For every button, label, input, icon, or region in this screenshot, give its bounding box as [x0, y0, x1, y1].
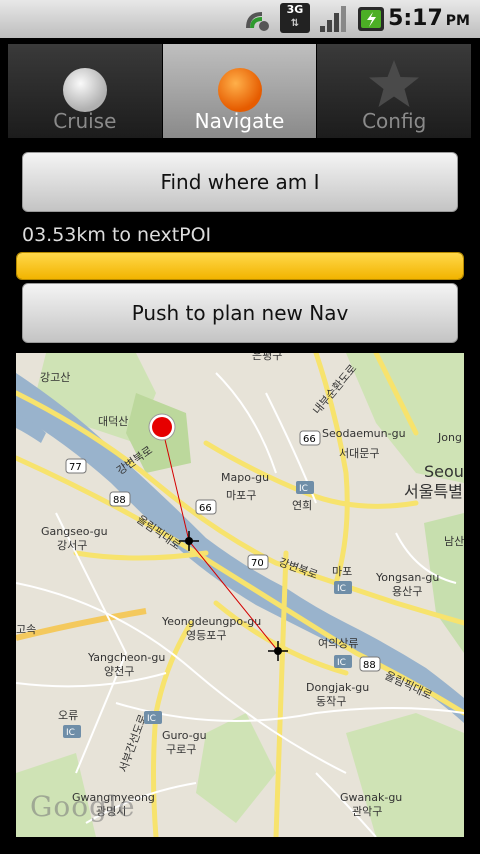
tab-config-label: Config: [362, 109, 427, 133]
route-shield: IC: [144, 711, 162, 724]
network-type-label: 3G: [286, 3, 304, 16]
route-shield: IC: [296, 481, 314, 494]
map-label: Seoul: [424, 462, 464, 481]
map-label: 연희: [292, 499, 312, 512]
plan-new-nav-button[interactable]: Push to plan new Nav: [22, 283, 458, 343]
route-shield-label: IC: [337, 658, 346, 668]
battery-charging-icon: [358, 7, 384, 31]
route-shield: IC: [63, 725, 81, 738]
map-label: 구로구: [166, 743, 196, 756]
map-label: 용산구: [392, 585, 422, 598]
map-label: Jong: [437, 431, 462, 444]
tab-navigate[interactable]: Navigate: [162, 44, 318, 138]
status-time: 5:17 PM: [388, 6, 470, 31]
route-shield-label: 88: [363, 660, 376, 671]
route-shield-label: 66: [303, 434, 316, 445]
route-shield-label: 66: [199, 503, 212, 514]
tab-cruise-label: Cruise: [53, 109, 117, 133]
map-label: 양천구: [104, 664, 134, 678]
route-shield: 66: [195, 499, 217, 515]
route-shield: 66: [299, 430, 321, 446]
find-location-button[interactable]: Find where am I: [22, 152, 458, 212]
map-label: Yangcheon-gu: [87, 651, 165, 664]
tab-cruise[interactable]: Cruise: [8, 44, 163, 138]
map-label: 마포: [332, 565, 352, 578]
route-shield-label: 88: [113, 495, 126, 506]
map-label: Yongsan-gu: [375, 571, 439, 584]
route-shield-label: IC: [147, 714, 156, 724]
map-label: Gangseo-gu: [41, 525, 108, 538]
map-label: 강고산: [40, 371, 70, 384]
map-label: 고속: [16, 623, 36, 636]
star-icon: [369, 60, 420, 107]
map-label: Gwanak-gu: [340, 791, 402, 804]
progress-bar: [16, 252, 464, 280]
route-shield: IC: [334, 655, 352, 668]
route-shield: 88: [359, 656, 381, 672]
map-label: Mapo-gu: [221, 471, 269, 484]
map-label: Dongjak-gu: [306, 681, 369, 694]
map-label: 여의상류: [318, 637, 358, 650]
distance-to-poi-text: 03.53km to nextPOI: [22, 224, 212, 246]
map-label: 영등포구: [186, 629, 226, 642]
clock-ampm: PM: [445, 13, 470, 29]
clock-time: 5:17: [388, 6, 443, 31]
status-bar: 3G ⇅ 5:17 PM: [0, 0, 480, 38]
map-view[interactable]: 강고산 대덕산 강변북로 Mapo-gu 마포구 Seodaemun-gu 서대…: [16, 353, 464, 837]
route-shield-label: 70: [251, 558, 264, 569]
map-label: 은평구: [252, 353, 282, 362]
progress-bar-fill: [17, 253, 463, 279]
route-shield-label: IC: [66, 728, 75, 738]
network-type-icon: 3G ⇅: [280, 3, 310, 33]
tab-navigate-label: Navigate: [194, 109, 285, 133]
map-label: Yeongdeungpo-gu: [161, 615, 261, 628]
map-label: 동작구: [316, 695, 346, 708]
route-shield-label: IC: [299, 484, 308, 494]
sync-signal-icon: [246, 12, 269, 31]
route-shield-label: 77: [69, 462, 82, 473]
google-watermark: Google: [30, 790, 136, 823]
map-label: 서울특별: [404, 482, 463, 501]
route-shield: IC: [334, 581, 352, 594]
map-canvas: 강고산 대덕산 강변북로 Mapo-gu 마포구 Seodaemun-gu 서대…: [16, 353, 464, 837]
route-shield: 70: [247, 554, 269, 570]
orange-circle-icon: [217, 68, 262, 112]
map-label: 서대문구: [339, 447, 379, 460]
current-location-marker[interactable]: [148, 413, 176, 441]
cell-signal-icon: [320, 6, 346, 32]
map-label: Guro-gu: [162, 729, 207, 742]
gray-circle-icon: [62, 68, 107, 112]
route-shield: 88: [109, 491, 131, 507]
map-label: 강서구: [57, 539, 87, 552]
tab-bar: Cruise Navigate Config: [8, 44, 473, 138]
map-label: 오류: [58, 709, 78, 722]
map-label: 마포구: [226, 489, 256, 502]
tab-config[interactable]: Config: [317, 44, 473, 138]
map-label: 대덕산: [98, 415, 128, 428]
route-shield-label: IC: [337, 584, 346, 594]
map-label: Seodaemun-gu: [322, 427, 406, 440]
route-shield: 77: [65, 458, 87, 474]
map-label: 남산: [444, 535, 464, 548]
map-label: 관악구: [352, 805, 382, 818]
